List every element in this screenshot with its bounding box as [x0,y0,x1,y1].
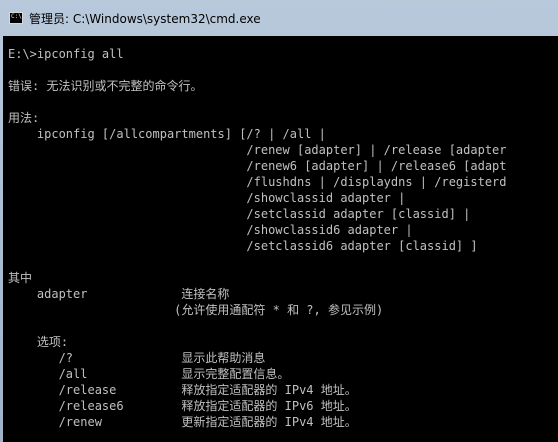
console-line: /setclassid6 adapter [classid] ] [8,239,478,253]
console-line: 错误: 无法识别或不完整的命令行。 [8,79,203,93]
title-bar[interactable]: C:\ 管理员: C:\Windows\system32\cmd.exe [0,0,558,36]
console-line: adapter 连接名称 [8,287,230,301]
console-area[interactable]: E:\>ipconfig all 错误: 无法识别或不完整的命令行。 用法: ipc… [3,36,558,442]
console-line: /setclassid adapter [classid] | [8,207,471,221]
console-line: /showclassid adapter | [8,191,406,205]
cmd-icon[interactable]: C:\ [9,12,23,24]
console-line: /? 显示此帮助消息 [8,351,266,365]
console-line: 选项: [8,335,69,349]
console-line: /renew [adapter] | /release [adapter [8,143,507,157]
window-title: 管理员: C:\Windows\system32\cmd.exe [29,11,261,26]
console-line: 用法: [8,111,40,125]
console-line: /renew6 [adapter] | /release6 [adapt [8,159,507,173]
cmd-window: C:\ 管理员: C:\Windows\system32\cmd.exe E:\… [0,0,558,442]
console-line: /showclassid6 adapter | [8,223,413,237]
console-line: ipconfig [/allcompartments] [/? | /all | [8,127,326,141]
console-line: /flushdns | /displaydns | /registerd [8,175,507,189]
console-line: /release6 释放指定适配器的 IPv6 地址。 [8,399,357,413]
console-line: /release 释放指定适配器的 IPv4 地址。 [8,383,357,397]
console-line: 其中 [8,271,33,285]
console-line: /renew 更新指定适配器的 IPv4 地址。 [8,415,357,429]
cmd-icon-label: C:\ [11,13,22,20]
console-line: (允许使用通配符 * 和 ?, 参见示例) [8,303,384,317]
console-output: E:\>ipconfig all 错误: 无法识别或不完整的命令行。 用法: ipc… [8,46,507,430]
console-line: /all 显示完整配置信息。 [8,367,290,381]
console-line: E:\>ipconfig all [8,47,124,61]
